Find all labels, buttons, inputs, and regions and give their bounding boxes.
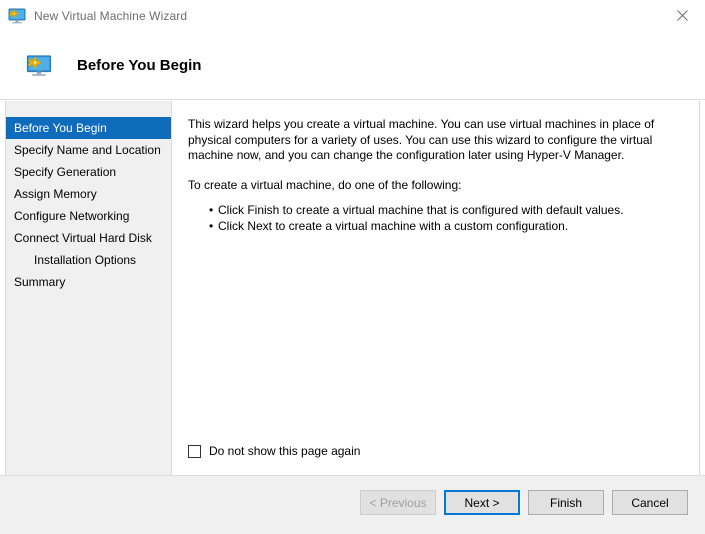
close-icon[interactable] [660, 0, 705, 30]
action-bullet-list: Click Finish to create a virtual machine… [188, 203, 679, 234]
do-not-show-again-label: Do not show this page again [209, 444, 361, 458]
bullet-finish: Click Finish to create a virtual machine… [209, 203, 679, 219]
intro-paragraph: This wizard helps you create a virtual m… [188, 117, 655, 162]
sidebar-item-summary[interactable]: Summary [6, 271, 171, 293]
bullet-next: Click Next to create a virtual machine w… [209, 219, 679, 235]
previous-button[interactable]: < Previous [360, 490, 436, 515]
finish-button[interactable]: Finish [528, 490, 604, 515]
virtual-machine-monitor-icon [8, 7, 26, 25]
page-title: Before You Begin [77, 57, 202, 74]
wizard-content-panel: This wizard helps you create a virtual m… [172, 101, 699, 475]
next-button[interactable]: Next > [444, 490, 520, 515]
wizard-footer: < Previous Next > Finish Cancel [0, 475, 705, 534]
new-virtual-machine-wizard-window: New Virtual Machine Wizard Before You Be… [0, 0, 705, 534]
sidebar-item-connect-virtual-hard-disk[interactable]: Connect Virtual Hard Disk [6, 227, 171, 249]
sidebar-item-assign-memory[interactable]: Assign Memory [6, 183, 171, 205]
do-not-show-again-checkbox[interactable] [188, 444, 201, 458]
sidebar-item-installation-options[interactable]: Installation Options [6, 249, 171, 271]
instruction-paragraph: To create a virtual machine, do one of t… [188, 177, 462, 192]
wizard-body: Before You Begin Specify Name and Locati… [5, 101, 700, 475]
window-title: New Virtual Machine Wizard [34, 9, 188, 23]
page-header: Before You Begin [0, 32, 705, 100]
sidebar-item-specify-generation[interactable]: Specify Generation [6, 161, 171, 183]
virtual-machine-monitor-icon [26, 53, 52, 79]
title-bar: New Virtual Machine Wizard [0, 0, 705, 32]
sidebar-item-specify-name-and-location[interactable]: Specify Name and Location [6, 139, 171, 161]
do-not-show-again-row[interactable]: Do not show this page again [188, 444, 360, 458]
sidebar-item-configure-networking[interactable]: Configure Networking [6, 205, 171, 227]
cancel-button[interactable]: Cancel [612, 490, 688, 515]
sidebar-item-before-you-begin[interactable]: Before You Begin [6, 117, 171, 139]
footer-button-group: < Previous Next > Finish Cancel [360, 490, 688, 515]
wizard-step-sidebar: Before You Begin Specify Name and Locati… [6, 101, 172, 475]
